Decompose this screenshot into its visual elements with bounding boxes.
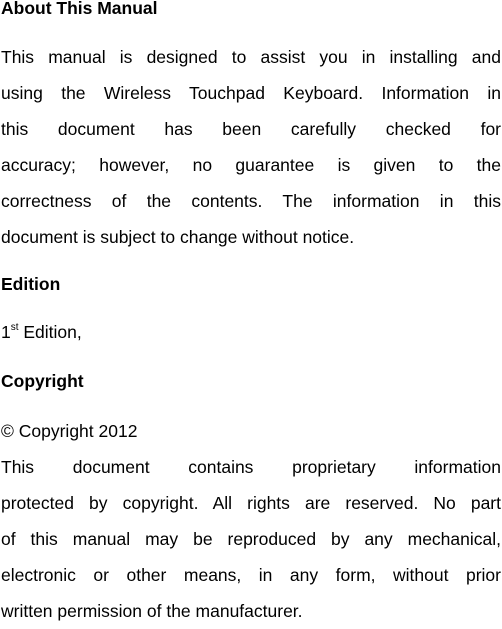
text-line: document is subject to change without no… [1, 227, 355, 247]
text-line: correctness of the contents. The informa… [1, 191, 501, 211]
text-line: This document contains proprietary infor… [1, 457, 501, 477]
edition-number: 1 [1, 322, 11, 342]
heading-about-this-manual: About This Manual [1, 0, 158, 18]
edition-label: Edition, [18, 322, 82, 342]
text-line: This manual is designed to assist you in… [1, 47, 501, 67]
edition-text: 1st Edition, [1, 314, 501, 354]
edition-suffix: st [10, 322, 19, 333]
text-line: written permission of the manufacturer. [1, 601, 303, 621]
about-paragraph: This manual is designed to assist you in… [1, 39, 501, 255]
heading-edition: Edition [1, 274, 61, 294]
heading-copyright: Copyright [1, 371, 84, 391]
text-line: accuracy; however, no guarantee is given… [1, 155, 501, 175]
copyright-notice: © Copyright 2012 [1, 421, 138, 441]
copyright-paragraph: This document contains proprietary infor… [1, 449, 501, 629]
text-line: this document has been carefully checked… [1, 119, 501, 139]
text-line: of this manual may be reproduced by any … [1, 529, 501, 549]
text-line: electronic or other means, in any form, … [1, 565, 501, 585]
text-line: using the Wireless Touchpad Keyboard. In… [1, 83, 501, 103]
text-line: protected by copyright. All rights are r… [1, 493, 501, 513]
